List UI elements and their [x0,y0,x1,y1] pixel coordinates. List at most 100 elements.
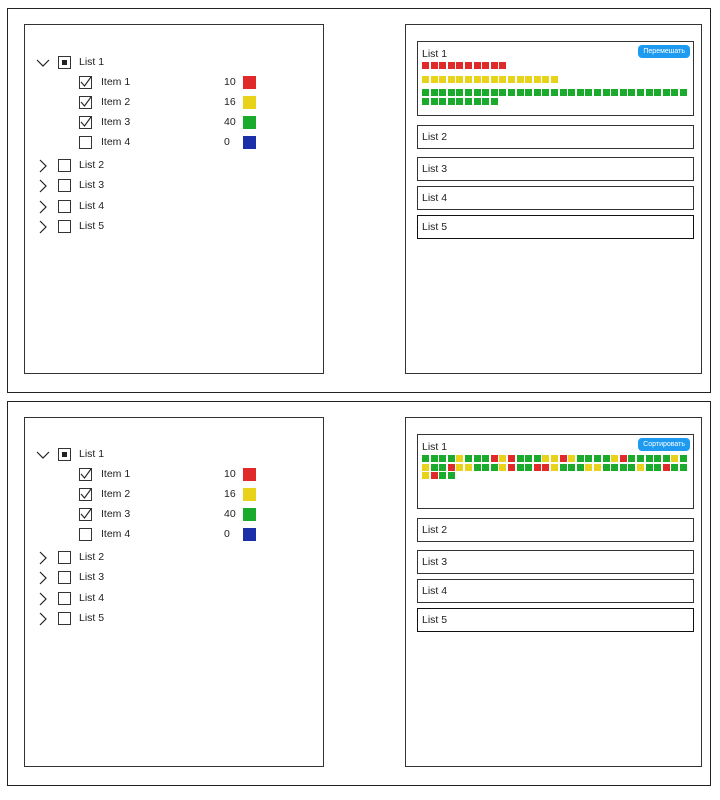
list5-checkbox[interactable] [58,220,71,233]
chevron-right-icon[interactable] [35,591,51,607]
sort-button[interactable]: Сортировать [638,438,690,451]
result-list4[interactable]: List 4 [417,579,694,603]
chevron-right-icon[interactable] [35,570,51,586]
item-square-green [568,463,576,471]
list5-checkbox[interactable] [58,612,71,625]
chevron-right-icon[interactable] [35,611,51,627]
item4-label: Item 4 [101,528,131,540]
item-square-yellow [551,75,558,83]
item-square-yellow [533,75,541,83]
item-square-green [602,89,610,97]
chevron-down-icon[interactable] [35,55,51,71]
item2-count: 16 [224,96,236,108]
item-square-green [533,89,541,97]
item-square-green [430,455,438,462]
item-square-green [430,89,438,97]
item-square-yellow [551,455,558,462]
chevron-right-icon[interactable] [35,199,51,215]
item-square-red [473,62,481,69]
item-square-green [645,89,653,97]
result-list1-expanded[interactable]: List 1 Перемешать [417,41,694,116]
item-square-red [422,62,429,69]
list4-checkbox[interactable] [58,592,71,605]
item4-label: Item 4 [101,136,131,148]
item2-color-swatch [243,96,256,109]
item3-checkbox[interactable] [79,116,92,129]
item-square-green [482,463,490,471]
item-square-green [465,89,472,97]
item-square-yellow [465,463,472,471]
list2-checkbox[interactable] [58,159,71,172]
item-square-green [576,89,584,97]
item-square-red [619,455,627,462]
item-square-yellow [499,75,507,83]
item-square-green [430,463,438,471]
result-list5[interactable]: List 5 [417,608,694,632]
item-square-green [482,89,490,97]
result-list1-label: List 1 [422,48,448,60]
list1-label: List 1 [79,448,105,460]
item-square-green [490,463,498,471]
result-list2[interactable]: List 2 [417,125,694,149]
item-square-green [611,89,619,97]
item-square-green [439,89,447,97]
item2-checkbox[interactable] [79,488,92,501]
list3-checkbox[interactable] [58,179,71,192]
item-square-green [551,89,558,97]
item-square-green [516,463,524,471]
item-square-green [525,89,533,97]
result-list2-label: List 2 [422,131,448,143]
item-square-red [499,62,507,69]
item-square-red [439,62,447,69]
item4-checkbox[interactable] [79,136,92,149]
list1-checkbox[interactable] [58,448,71,461]
item-square-yellow [508,75,515,83]
item1-checkbox[interactable] [79,468,92,481]
result-list3[interactable]: List 3 [417,550,694,574]
result-list1-expanded[interactable]: List 1 Сортировать [417,434,694,509]
chevron-down-icon[interactable] [35,447,51,463]
item-square-yellow [422,75,429,83]
item3-count: 40 [224,508,236,520]
list2-checkbox[interactable] [58,551,71,564]
chevron-right-icon[interactable] [35,178,51,194]
result-list4[interactable]: List 4 [417,186,694,210]
item-square-green [490,97,498,105]
result-list5[interactable]: List 5 [417,215,694,239]
result-list1-label: List 1 [422,441,448,453]
result-list5-label: List 5 [422,614,448,626]
item-square-green [465,455,472,462]
list2-label: List 2 [79,159,105,171]
item-square-green [456,89,464,97]
list4-label: List 4 [79,200,105,212]
list3-checkbox[interactable] [58,571,71,584]
item3-color-swatch [243,116,256,129]
list1-checkbox[interactable] [58,56,71,69]
result-list2[interactable]: List 2 [417,518,694,542]
chevron-right-icon[interactable] [35,158,51,174]
item-square-red [447,463,455,471]
list1-label: List 1 [79,56,105,68]
list5-label: List 5 [79,220,105,232]
item-square-green [508,89,515,97]
list4-checkbox[interactable] [58,200,71,213]
shuffle-button[interactable]: Перемешать [638,45,690,58]
item-square-yellow [490,75,498,83]
item3-label: Item 3 [101,508,131,520]
item3-checkbox[interactable] [79,508,92,521]
item4-checkbox[interactable] [79,528,92,541]
item-square-red [533,463,541,471]
item-square-yellow [585,463,593,471]
item-square-green [542,89,550,97]
result-list3[interactable]: List 3 [417,157,694,181]
item1-checkbox[interactable] [79,76,92,89]
item-square-red [490,62,498,69]
chevron-right-icon[interactable] [35,550,51,566]
item2-checkbox[interactable] [79,96,92,109]
item-square-green [619,89,627,97]
list4-label: List 4 [79,592,105,604]
item1-count: 10 [224,76,236,88]
item-square-green [645,455,653,462]
chevron-right-icon[interactable] [35,219,51,235]
item-square-red [508,455,515,462]
